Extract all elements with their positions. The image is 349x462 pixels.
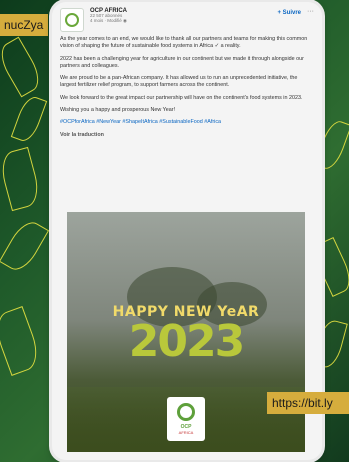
post-paragraph: We look forward to the great impact our … (60, 94, 303, 101)
post-header: OCP AFRICA 22 507 abonnés 4 mois · Modif… (52, 2, 322, 34)
ocp-logo-icon (65, 13, 79, 27)
post-paragraph: We are proud to be a pan-African company… (60, 75, 298, 89)
more-options-icon[interactable]: ··· (307, 8, 314, 15)
follow-button[interactable]: + Suivre (277, 10, 301, 16)
post-time-label: 4 mois · Modifié (90, 18, 122, 24)
post-image[interactable]: HAPPY NEW YeAR 2023 OCP AFRICA (67, 212, 305, 452)
overlay-tag-left: nucZya (0, 14, 48, 36)
ocp-africa-logo: OCP AFRICA (167, 397, 205, 441)
company-avatar[interactable] (60, 8, 84, 32)
leaf-decoration (0, 36, 46, 98)
post-hashtags[interactable]: #OCPforAfrica #NewYear #ShapeItAfrica #S… (60, 119, 314, 126)
post-body: As the year comes to an end, we would li… (52, 34, 322, 127)
post-time: 4 mois · Modifié ◉ (90, 18, 277, 24)
ocp-mark-icon (177, 403, 195, 421)
leaf-decoration (0, 216, 50, 276)
post-meta: OCP AFRICA 22 507 abonnés 4 mois · Modif… (90, 8, 277, 24)
leaf-decoration (0, 306, 44, 376)
post-paragraph: 2022 has been a challenging year for agr… (60, 55, 304, 69)
overlay-tag-right: https://bit.ly (267, 392, 349, 414)
year-text: 2023 (128, 316, 245, 367)
post-paragraph: Wishing you a happy and prosperous New Y… (60, 107, 176, 114)
post-paragraph: As the year comes to an end, we would li… (60, 36, 308, 50)
see-translation-link[interactable]: Voir la traduction (52, 132, 322, 138)
logo-sub-label: AFRICA (178, 430, 194, 435)
leaf-decoration (0, 146, 43, 212)
leaf-decoration (10, 93, 48, 145)
globe-icon: ◉ (123, 18, 127, 24)
